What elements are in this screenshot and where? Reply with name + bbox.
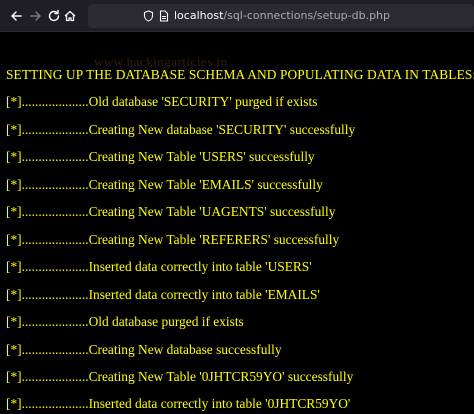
url-text[interactable]: localhost/sql-connections/setup-db.php [174,4,390,28]
forward-icon[interactable] [28,8,44,24]
url-path: /sql-connections/setup-db.php [223,9,391,22]
log-line: [*]....................Old database purg… [6,314,244,329]
url-host: localhost [174,9,224,22]
page-content: www.hackingarticles.in SETTING UP THE DA… [0,32,474,414]
log-line: [*]....................Creating New Tabl… [6,204,336,219]
log-line: [*]....................Creating New data… [6,342,282,357]
browser-toolbar: localhost/sql-connections/setup-db.php [0,0,474,32]
page-heading: SETTING UP THE DATABASE SCHEMA AND POPUL… [6,67,474,82]
url-bar[interactable]: localhost/sql-connections/setup-db.php [88,4,474,28]
log-line: [*]....................Inserted data cor… [6,287,320,302]
reload-icon[interactable] [46,8,62,24]
log-line: [*]....................Inserted data cor… [6,396,351,411]
log-line: [*]....................Creating New Tabl… [6,149,315,164]
back-icon[interactable] [8,8,24,24]
log-line: [*]....................Creating New Tabl… [6,232,340,247]
page-icon[interactable] [158,10,170,22]
log-line: [*]....................Creating New Tabl… [6,177,323,192]
log-line: [*]....................Creating New data… [6,122,356,137]
log-line: [*]....................Creating New Tabl… [6,369,354,384]
log-line: [*]....................Inserted data cor… [6,259,312,274]
shield-icon[interactable] [142,10,154,22]
home-icon[interactable] [62,8,78,24]
log-line: [*]....................Old database 'SEC… [6,94,318,109]
